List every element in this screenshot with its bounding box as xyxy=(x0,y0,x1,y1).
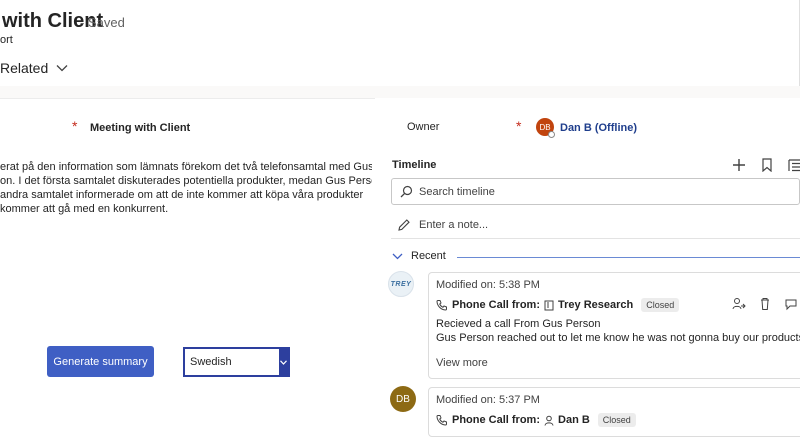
phone-icon xyxy=(436,414,448,426)
chevron-down-icon xyxy=(392,253,403,260)
timeline-activity-card[interactable]: Modified on: 5:38 PM Phone Call from: Tr… xyxy=(428,272,800,379)
view-more-link[interactable]: View more xyxy=(436,357,488,369)
avatar-logo: TREY xyxy=(390,280,412,288)
plus-icon[interactable] xyxy=(732,158,746,172)
person-icon xyxy=(544,415,554,426)
delete-icon[interactable] xyxy=(758,297,772,311)
chevron-down-icon xyxy=(56,64,68,72)
phone-icon xyxy=(436,299,448,311)
recent-label: Recent xyxy=(411,250,446,262)
timeline-activity-card[interactable]: Modified on: 5:37 PM Phone Call from: Da… xyxy=(428,387,800,437)
record-subtitle: ort xyxy=(0,34,13,46)
activity-type: Phone Call from: xyxy=(452,299,541,311)
chevron-down-icon xyxy=(279,349,288,375)
status-badge: Closed xyxy=(597,413,636,427)
language-select[interactable]: Swedish xyxy=(183,347,290,377)
generate-summary-button[interactable]: Generate summary xyxy=(47,346,154,377)
pencil-icon xyxy=(397,218,411,232)
status-badge: Closed xyxy=(641,298,680,312)
note-input[interactable]: Enter a note... xyxy=(391,211,800,239)
activity-description: Gus Person reached out to let me know he… xyxy=(436,332,800,344)
divider xyxy=(457,257,800,258)
search-icon xyxy=(400,185,413,198)
activity-header: Phone Call from: Dan B Closed xyxy=(436,413,636,427)
avatar: DB xyxy=(390,386,416,412)
owner-link[interactable]: Dan B (Offline) xyxy=(560,122,637,134)
modified-on: Modified on: 5:38 PM xyxy=(436,279,540,291)
bookmark-icon[interactable] xyxy=(761,158,773,172)
description-line: andra samtalet informerade om att de int… xyxy=(0,189,364,201)
required-marker: * xyxy=(516,118,522,134)
search-timeline-input[interactable]: Search timeline xyxy=(391,178,800,205)
activity-header: Phone Call from: Trey Research Closed xyxy=(436,298,680,312)
timeline-title: Timeline xyxy=(392,159,437,171)
record-header: with Client - Saved ort Related xyxy=(0,0,800,86)
owner-label: Owner xyxy=(407,121,440,133)
description-line: on. I det första samtalet diskuterades p… xyxy=(0,175,372,187)
recent-group-toggle[interactable]: Recent xyxy=(392,250,446,262)
required-marker: * xyxy=(72,118,78,134)
assign-icon[interactable] xyxy=(732,297,746,311)
tab-related[interactable]: Related xyxy=(0,58,68,78)
modified-on: Modified on: 5:37 PM xyxy=(436,394,540,406)
tab-related-label: Related xyxy=(0,60,49,76)
activity-subject: Recieved a call From Gus Person xyxy=(436,318,601,330)
activity-type: Phone Call from: xyxy=(452,414,541,426)
subject-field[interactable]: Meeting with Client xyxy=(90,122,190,134)
activity-party-link[interactable]: Trey Research xyxy=(558,299,633,311)
note-placeholder: Enter a note... xyxy=(419,218,489,231)
activity-actions xyxy=(732,297,798,311)
account-avatar: TREY xyxy=(388,271,414,297)
list-icon[interactable] xyxy=(788,158,800,172)
description-line: erat på den information som lämnats före… xyxy=(0,161,372,173)
search-placeholder: Search timeline xyxy=(419,185,495,198)
description-field[interactable]: erat på den information som lämnats före… xyxy=(0,160,372,216)
description-line: kommer att gå med en konkurrent. xyxy=(0,203,169,215)
account-icon xyxy=(544,300,554,311)
language-select-value: Swedish xyxy=(190,356,232,368)
saved-status: - Saved xyxy=(80,15,125,30)
more-icon[interactable] xyxy=(784,297,798,311)
presence-offline-icon xyxy=(548,131,555,138)
activity-party-link[interactable]: Dan B xyxy=(558,414,590,426)
